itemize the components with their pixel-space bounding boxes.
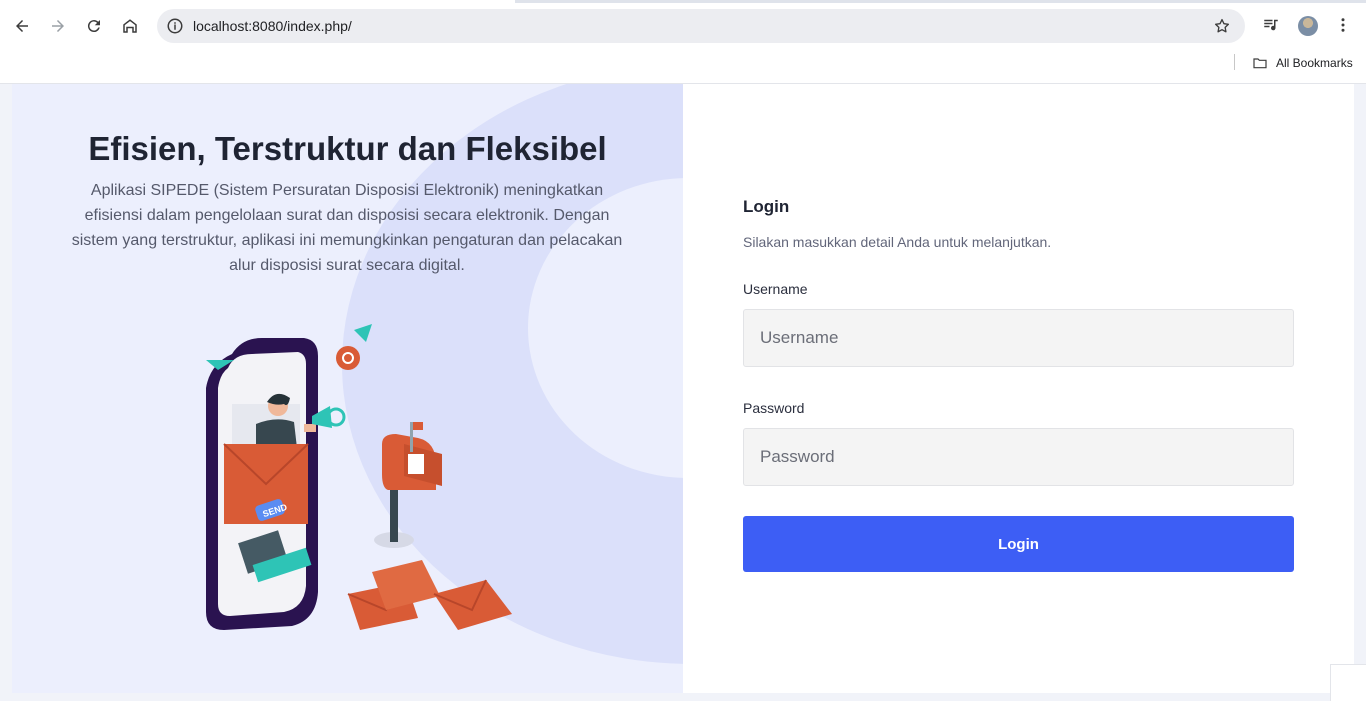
home-icon[interactable] — [116, 12, 144, 40]
password-input[interactable] — [743, 428, 1294, 486]
hero-description: Aplikasi SIPEDE (Sistem Persuratan Dispo… — [71, 182, 623, 274]
url-text[interactable]: localhost:8080/index.php/ — [193, 18, 352, 34]
site-info-icon[interactable] — [166, 17, 184, 35]
username-label: Username — [743, 281, 808, 297]
media-control-icon[interactable] — [1260, 14, 1282, 36]
login-panel: Login Silakan masukkan detail Anda untuk… — [683, 84, 1354, 693]
hero-title: Efisien, Terstruktur dan Fleksibel — [88, 130, 607, 167]
folder-icon — [1253, 58, 1267, 69]
active-tab-edge[interactable] — [0, 0, 515, 3]
bookmarks-divider — [1234, 54, 1235, 70]
tab-strip — [0, 0, 1366, 3]
forward-icon[interactable] — [44, 12, 72, 40]
mail-illustration: SEND — [206, 324, 512, 630]
hero-panel: Efisien, Terstruktur dan Fleksibel Aplik… — [12, 84, 683, 693]
profile-avatar[interactable] — [1298, 16, 1318, 36]
more-menu-icon[interactable] — [1332, 14, 1354, 36]
login-title: Login — [743, 197, 790, 216]
login-page: Efisien, Terstruktur dan Fleksibel Aplik… — [12, 84, 1354, 693]
browser-toolbar: localhost:8080/index.php/ All Bookmarks — [0, 0, 1366, 84]
corner-widget — [1330, 664, 1366, 701]
login-button[interactable]: Login — [743, 516, 1294, 572]
reload-icon[interactable] — [80, 12, 108, 40]
bookmark-star-icon[interactable] — [1213, 17, 1231, 35]
back-icon[interactable] — [8, 12, 36, 40]
password-label: Password — [743, 400, 805, 416]
all-bookmarks-label: All Bookmarks — [1276, 56, 1353, 70]
username-input[interactable] — [743, 309, 1294, 367]
all-bookmarks-button[interactable]: All Bookmarks — [1252, 54, 1353, 72]
login-subtitle: Silakan masukkan detail Anda untuk melan… — [743, 234, 1052, 250]
address-bar[interactable]: localhost:8080/index.php/ — [157, 9, 1245, 43]
